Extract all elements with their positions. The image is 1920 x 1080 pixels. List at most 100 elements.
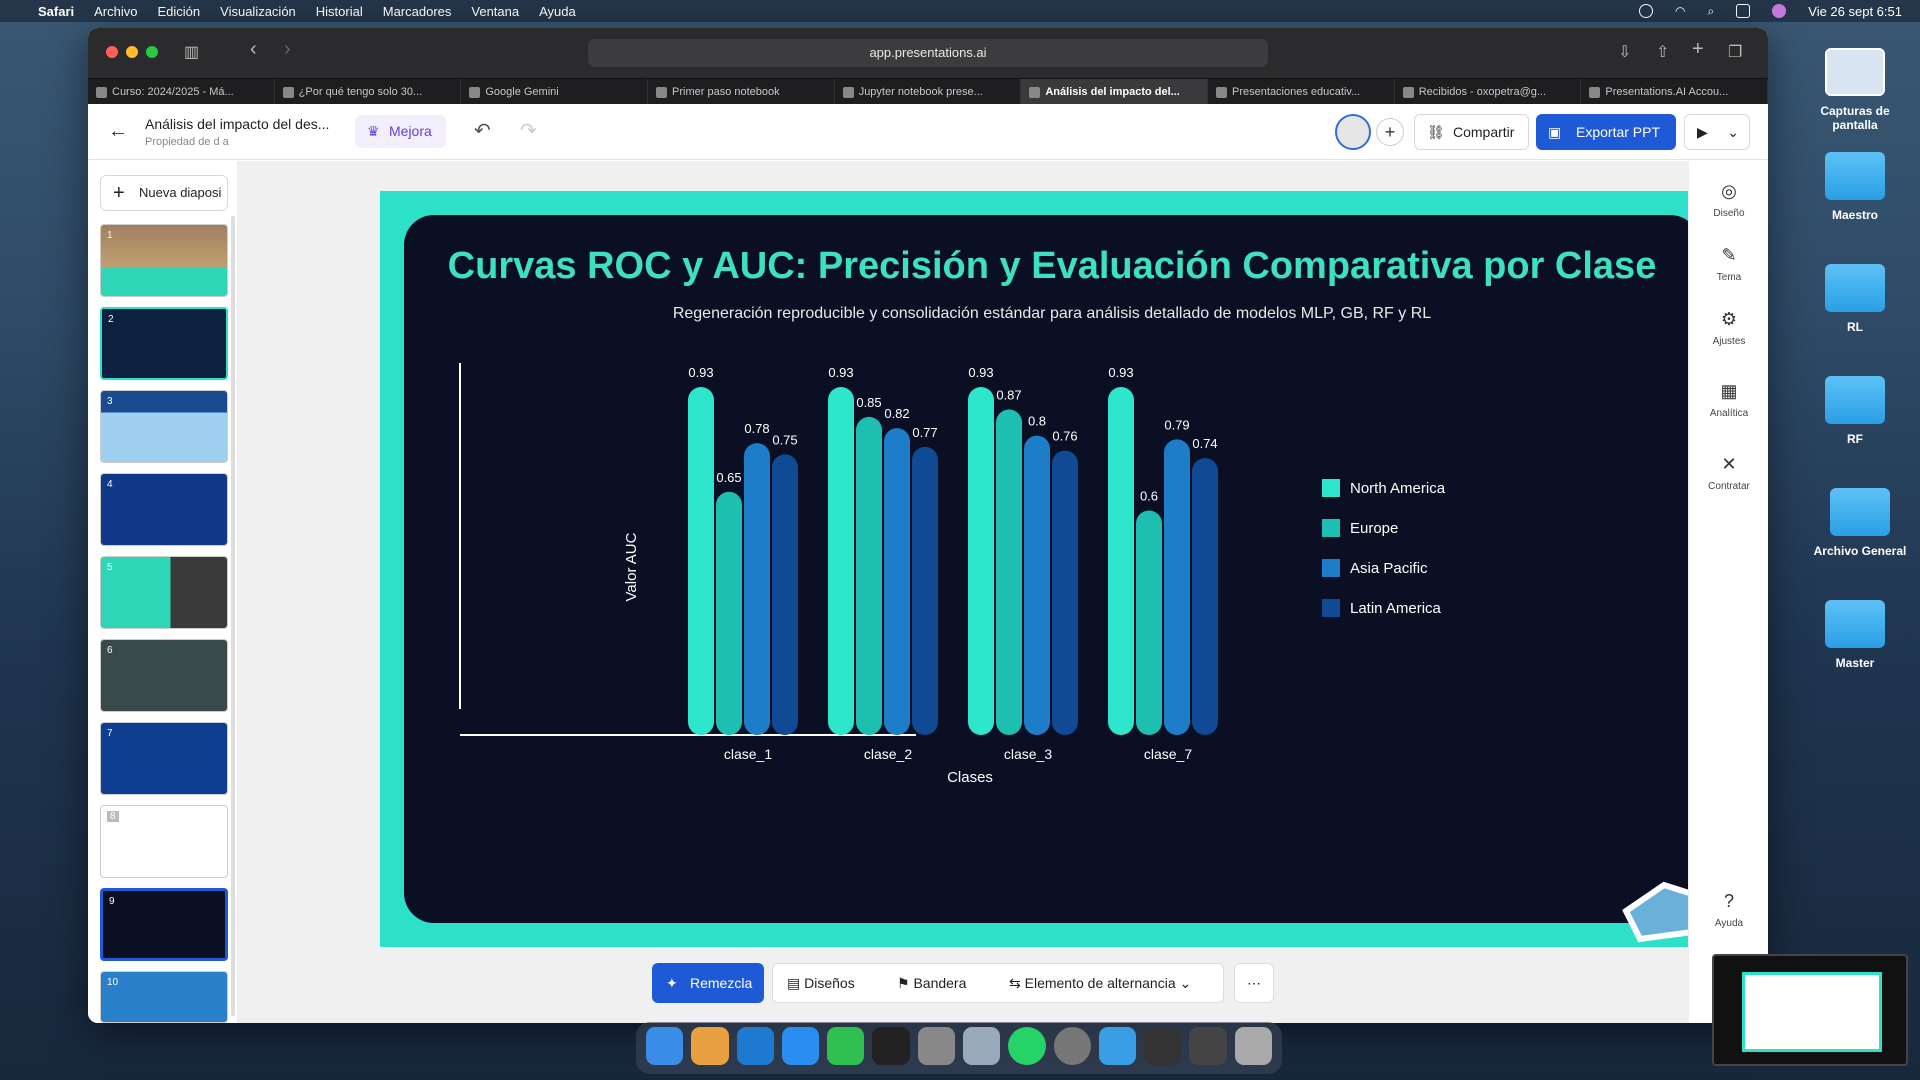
- wifi-icon[interactable]: ◠: [1675, 4, 1685, 18]
- safari-icon[interactable]: [781, 1027, 820, 1065]
- flag-button[interactable]: ⚑ Bandera: [897, 964, 966, 1002]
- trash-icon[interactable]: [1234, 1027, 1272, 1065]
- current-slide[interactable]: Curvas ROC y AUC: Precisión y Evaluación…: [380, 191, 1724, 947]
- redo-icon[interactable]: ↷: [520, 118, 537, 143]
- desktop-folder-maestro[interactable]: Maestro: [1800, 152, 1910, 222]
- export-ppt-button[interactable]: ▣ Exportar PPT: [1536, 114, 1677, 150]
- theme-tool[interactable]: ✎ Tema: [1689, 245, 1768, 283]
- downloads-folder-icon[interactable]: [1098, 1027, 1137, 1065]
- hire-tool[interactable]: ✕ Contratar: [1689, 454, 1768, 492]
- screenshot-preview[interactable]: [1712, 954, 1908, 1066]
- analytics-tool[interactable]: ▦ Analítica: [1689, 381, 1768, 419]
- menu-ventana[interactable]: Ventana: [471, 4, 519, 19]
- menubar: Safari Archivo Edición Visualización His…: [0, 0, 1920, 22]
- menubar-clock[interactable]: Vie 26 sept 6:51: [1808, 4, 1902, 19]
- avatar[interactable]: [1335, 114, 1371, 150]
- chevron-down-icon[interactable]: ⌄: [1727, 115, 1739, 149]
- window-thumb-icon[interactable]: [1189, 1027, 1227, 1065]
- desktop-folder-master[interactable]: Master: [1800, 600, 1910, 670]
- menu-archivo[interactable]: Archivo: [94, 4, 137, 19]
- chart-bar: [716, 491, 742, 735]
- browser-tab[interactable]: Jupyter notebook prese...: [835, 79, 1022, 104]
- browser-tab-active[interactable]: Análisis del impacto del...: [1021, 79, 1209, 104]
- design-tool[interactable]: ◎ Diseño: [1689, 181, 1768, 219]
- terminal-icon[interactable]: [872, 1027, 910, 1065]
- folder-icon: [1830, 488, 1890, 536]
- slide-thumb[interactable]: 7: [100, 722, 228, 795]
- whatsapp-icon[interactable]: [1008, 1027, 1046, 1065]
- undo-icon[interactable]: ↶: [474, 118, 491, 143]
- flag-icon: ⚑: [897, 975, 914, 991]
- search-icon[interactable]: ⌕: [1708, 4, 1715, 19]
- slide-thumb[interactable]: 5: [100, 556, 228, 629]
- right-tool-panel: ◎ Diseño ✎ Tema ⚙ Ajustes ▦ Analítica ✕ Contr…: [1688, 161, 1768, 1023]
- slide-thumb[interactable]: 4: [100, 473, 228, 546]
- sidebar-icon[interactable]: ▥: [184, 42, 199, 62]
- minimize-window-button[interactable]: [126, 46, 138, 58]
- slide-thumb[interactable]: 10: [100, 971, 228, 1023]
- add-collaborator-button[interactable]: +: [1376, 118, 1404, 146]
- desktop-folder-archivo-general[interactable]: Archivo General: [1800, 488, 1920, 558]
- zoom-window-button[interactable]: [146, 46, 158, 58]
- finder-icon[interactable]: [646, 1027, 684, 1065]
- menu-historial[interactable]: Historial: [316, 4, 363, 19]
- present-button[interactable]: ▶ ⌄: [1684, 114, 1750, 150]
- browser-tab[interactable]: Recibidos - oxopetra@g...: [1395, 79, 1582, 104]
- facetime-icon[interactable]: [827, 1027, 865, 1065]
- menu-visualizacion[interactable]: Visualización: [220, 4, 296, 19]
- toggle-element-button[interactable]: ⇆ Elemento de alternancia ⌄: [1009, 964, 1191, 1002]
- slide-thumb[interactable]: 6: [100, 639, 228, 712]
- launchpad-icon[interactable]: [691, 1027, 729, 1065]
- back-arrow-icon[interactable]: ←: [108, 120, 128, 143]
- bar-chart[interactable]: Valor AUC Clases 0.93 0.65 0.780.75 clase_1 0.…: [404, 215, 1700, 923]
- document-title[interactable]: Análisis del impacto del des...: [145, 116, 329, 132]
- browser-tab[interactable]: Presentations.AI Accou...: [1581, 79, 1768, 104]
- tex-icon[interactable]: [1053, 1027, 1091, 1065]
- slide-thumb[interactable]: 2: [100, 307, 228, 380]
- play-status-icon[interactable]: [1639, 4, 1654, 18]
- help-tool[interactable]: ? Ayuda: [1689, 891, 1768, 929]
- forward-icon[interactable]: ›: [284, 38, 291, 61]
- upgrade-button[interactable]: Mejora: [355, 115, 446, 148]
- slide-thumb[interactable]: 1: [100, 224, 228, 297]
- vscode-icon[interactable]: [736, 1027, 774, 1065]
- download-icon[interactable]: ⇩: [1618, 42, 1631, 62]
- menu-app[interactable]: Safari: [38, 4, 74, 19]
- new-tab-icon[interactable]: +: [1692, 38, 1704, 61]
- settings-tool[interactable]: ⚙ Ajustes: [1689, 309, 1768, 347]
- desktop-folder-rf[interactable]: RF: [1800, 376, 1910, 446]
- more-options-button[interactable]: ⋯: [1234, 963, 1274, 1003]
- share-icon[interactable]: ⇧: [1656, 42, 1669, 62]
- tab-overview-icon[interactable]: ❐: [1728, 42, 1742, 62]
- sidebar-scrollbar[interactable]: [231, 216, 235, 1016]
- browser-toolbar: ▥ ‹ › app.presentations.ai ⇩ ⇧ + ❐: [88, 28, 1768, 78]
- slide-thumb[interactable]: 3: [100, 390, 228, 463]
- slide-thumb[interactable]: 8: [100, 805, 228, 878]
- new-slide-button[interactable]: Nueva diaposi: [100, 175, 228, 211]
- share-button[interactable]: ⛓ Compartir: [1414, 114, 1530, 150]
- window-thumb-icon[interactable]: [1144, 1027, 1182, 1065]
- control-center-icon[interactable]: [1736, 4, 1751, 18]
- layouts-button[interactable]: ▤ Diseños: [787, 964, 855, 1002]
- remix-button[interactable]: ✦ Remezcla: [652, 963, 764, 1003]
- desktop-screenshots[interactable]: Capturas de pantalla: [1800, 48, 1910, 132]
- data-label: 0.75: [772, 432, 797, 447]
- browser-tab[interactable]: Curso: 2024/2025 - Má...: [88, 79, 275, 104]
- preview-icon[interactable]: [962, 1027, 1001, 1065]
- address-bar[interactable]: app.presentations.ai: [588, 39, 1268, 67]
- browser-tab[interactable]: Presentaciones educativ...: [1208, 79, 1395, 104]
- slide-thumb-selected[interactable]: 9: [100, 888, 228, 961]
- tool-label: Diseño: [1713, 208, 1745, 219]
- app-header: ← Análisis del impacto del des... Propie…: [88, 104, 1768, 160]
- desktop-folder-rl[interactable]: RL: [1800, 264, 1910, 334]
- browser-tab[interactable]: Primer paso notebook: [648, 79, 835, 104]
- back-icon[interactable]: ‹: [250, 38, 257, 61]
- close-window-button[interactable]: [106, 46, 118, 58]
- browser-tab[interactable]: Google Gemini: [461, 79, 649, 104]
- menu-marcadores[interactable]: Marcadores: [383, 4, 452, 19]
- siri-icon[interactable]: [1772, 4, 1787, 18]
- menu-ayuda[interactable]: Ayuda: [539, 4, 576, 19]
- menu-edicion[interactable]: Edición: [158, 4, 201, 19]
- browser-tab[interactable]: ¿Por qué tengo solo 30...: [275, 79, 462, 104]
- system-settings-icon[interactable]: [917, 1027, 955, 1065]
